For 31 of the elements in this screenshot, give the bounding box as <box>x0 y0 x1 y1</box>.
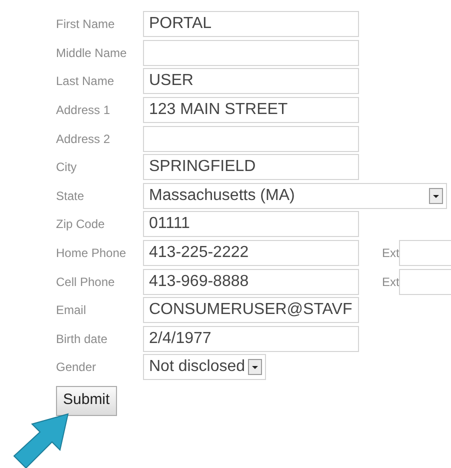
text-field[interactable] <box>143 126 359 152</box>
text-field[interactable]: 123 MAIN STREET <box>143 97 359 124</box>
field-label: Cell Phone <box>56 274 116 291</box>
field-label: City <box>56 159 78 176</box>
field-label: Birth date <box>56 330 108 348</box>
field-label: Home Phone <box>56 245 128 262</box>
select-field[interactable]: Not disclosed <box>143 354 266 380</box>
field-label: Last Name <box>56 73 116 90</box>
field-label: State <box>56 188 86 205</box>
field-label: Zip Code <box>56 216 106 234</box>
submit-button[interactable]: Submit <box>56 386 117 416</box>
ext-field[interactable] <box>399 268 451 295</box>
field-label: Gender <box>56 359 98 376</box>
select-field[interactable]: Massachusetts (MA) <box>143 182 447 209</box>
text-field[interactable]: 413-225-2222 <box>143 240 359 266</box>
field-label: Email <box>56 302 88 320</box>
text-field[interactable]: USER <box>143 68 359 94</box>
text-field[interactable]: 01111 <box>143 211 359 238</box>
ext-label: Ext <box>382 274 400 291</box>
field-label: Address 1 <box>56 102 112 120</box>
field-label: Middle Name <box>56 44 128 62</box>
text-field[interactable]: PORTAL <box>143 11 359 38</box>
ext-field[interactable] <box>399 240 451 266</box>
ext-label: Ext <box>382 245 400 262</box>
text-field[interactable]: 413-969-8888 <box>143 268 359 295</box>
text-field[interactable]: SPRINGFIELD <box>143 154 359 180</box>
text-field[interactable]: 2/4/1977 <box>143 326 359 352</box>
text-field[interactable] <box>143 40 359 66</box>
field-label: Address 2 <box>56 130 112 148</box>
text-field[interactable]: CONSUMERUSER@STAVF <box>143 297 359 324</box>
field-label: First Name <box>56 16 116 34</box>
